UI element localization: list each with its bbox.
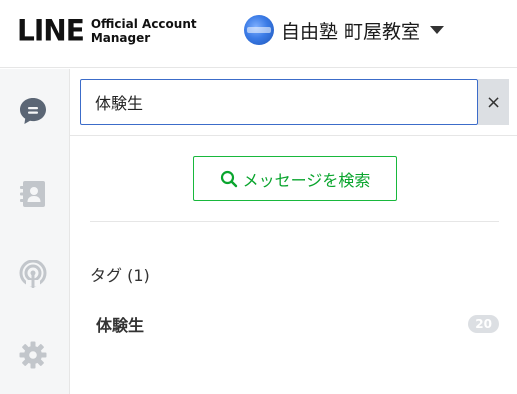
sidebar-item-contacts[interactable] [17,178,49,210]
line-oa-manager-logo[interactable]: LINE Official Account Manager [17,14,197,48]
gear-icon [19,341,47,369]
divider [90,221,499,222]
account-avatar [244,15,274,45]
logo-subtitle-line-2: Manager [90,31,151,45]
account-switcher[interactable]: 自由塾 町屋教室 [244,14,445,46]
chat-search-panel: × メッセージを検索 タグ (1) 体験生 20 [70,69,517,394]
search-icon [220,170,238,188]
chat-bubble-icon [20,98,46,124]
caret-down-icon [430,26,445,34]
sidebar-nav [0,69,70,394]
logo-line-text: LINE [17,13,85,48]
search-bar: × [70,69,517,136]
sidebar-item-settings[interactable] [17,339,49,371]
tags-section-title: タグ (1) [90,266,150,285]
logo-subtitle: Official Account Manager [91,18,197,44]
tag-list-item[interactable]: 体験生 20 [90,309,499,339]
tag-count-badge: 20 [468,315,499,333]
top-header: LINE Official Account Manager 自由塾 町屋教室 [0,0,517,68]
search-input[interactable] [80,79,478,125]
broadcast-icon [19,260,47,288]
search-messages-button[interactable]: メッセージを検索 [193,156,397,201]
clear-search-button[interactable]: × [478,79,509,125]
sidebar-item-chat[interactable] [17,95,49,127]
logo-subtitle-line-1: Official Account [90,17,197,31]
contact-card-icon [20,181,45,207]
sidebar-item-broadcast[interactable] [17,259,49,291]
account-name: 自由塾 町屋教室 [281,20,421,43]
search-messages-label: メッセージを検索 [242,170,371,190]
tag-label: 体験生 [96,316,145,335]
